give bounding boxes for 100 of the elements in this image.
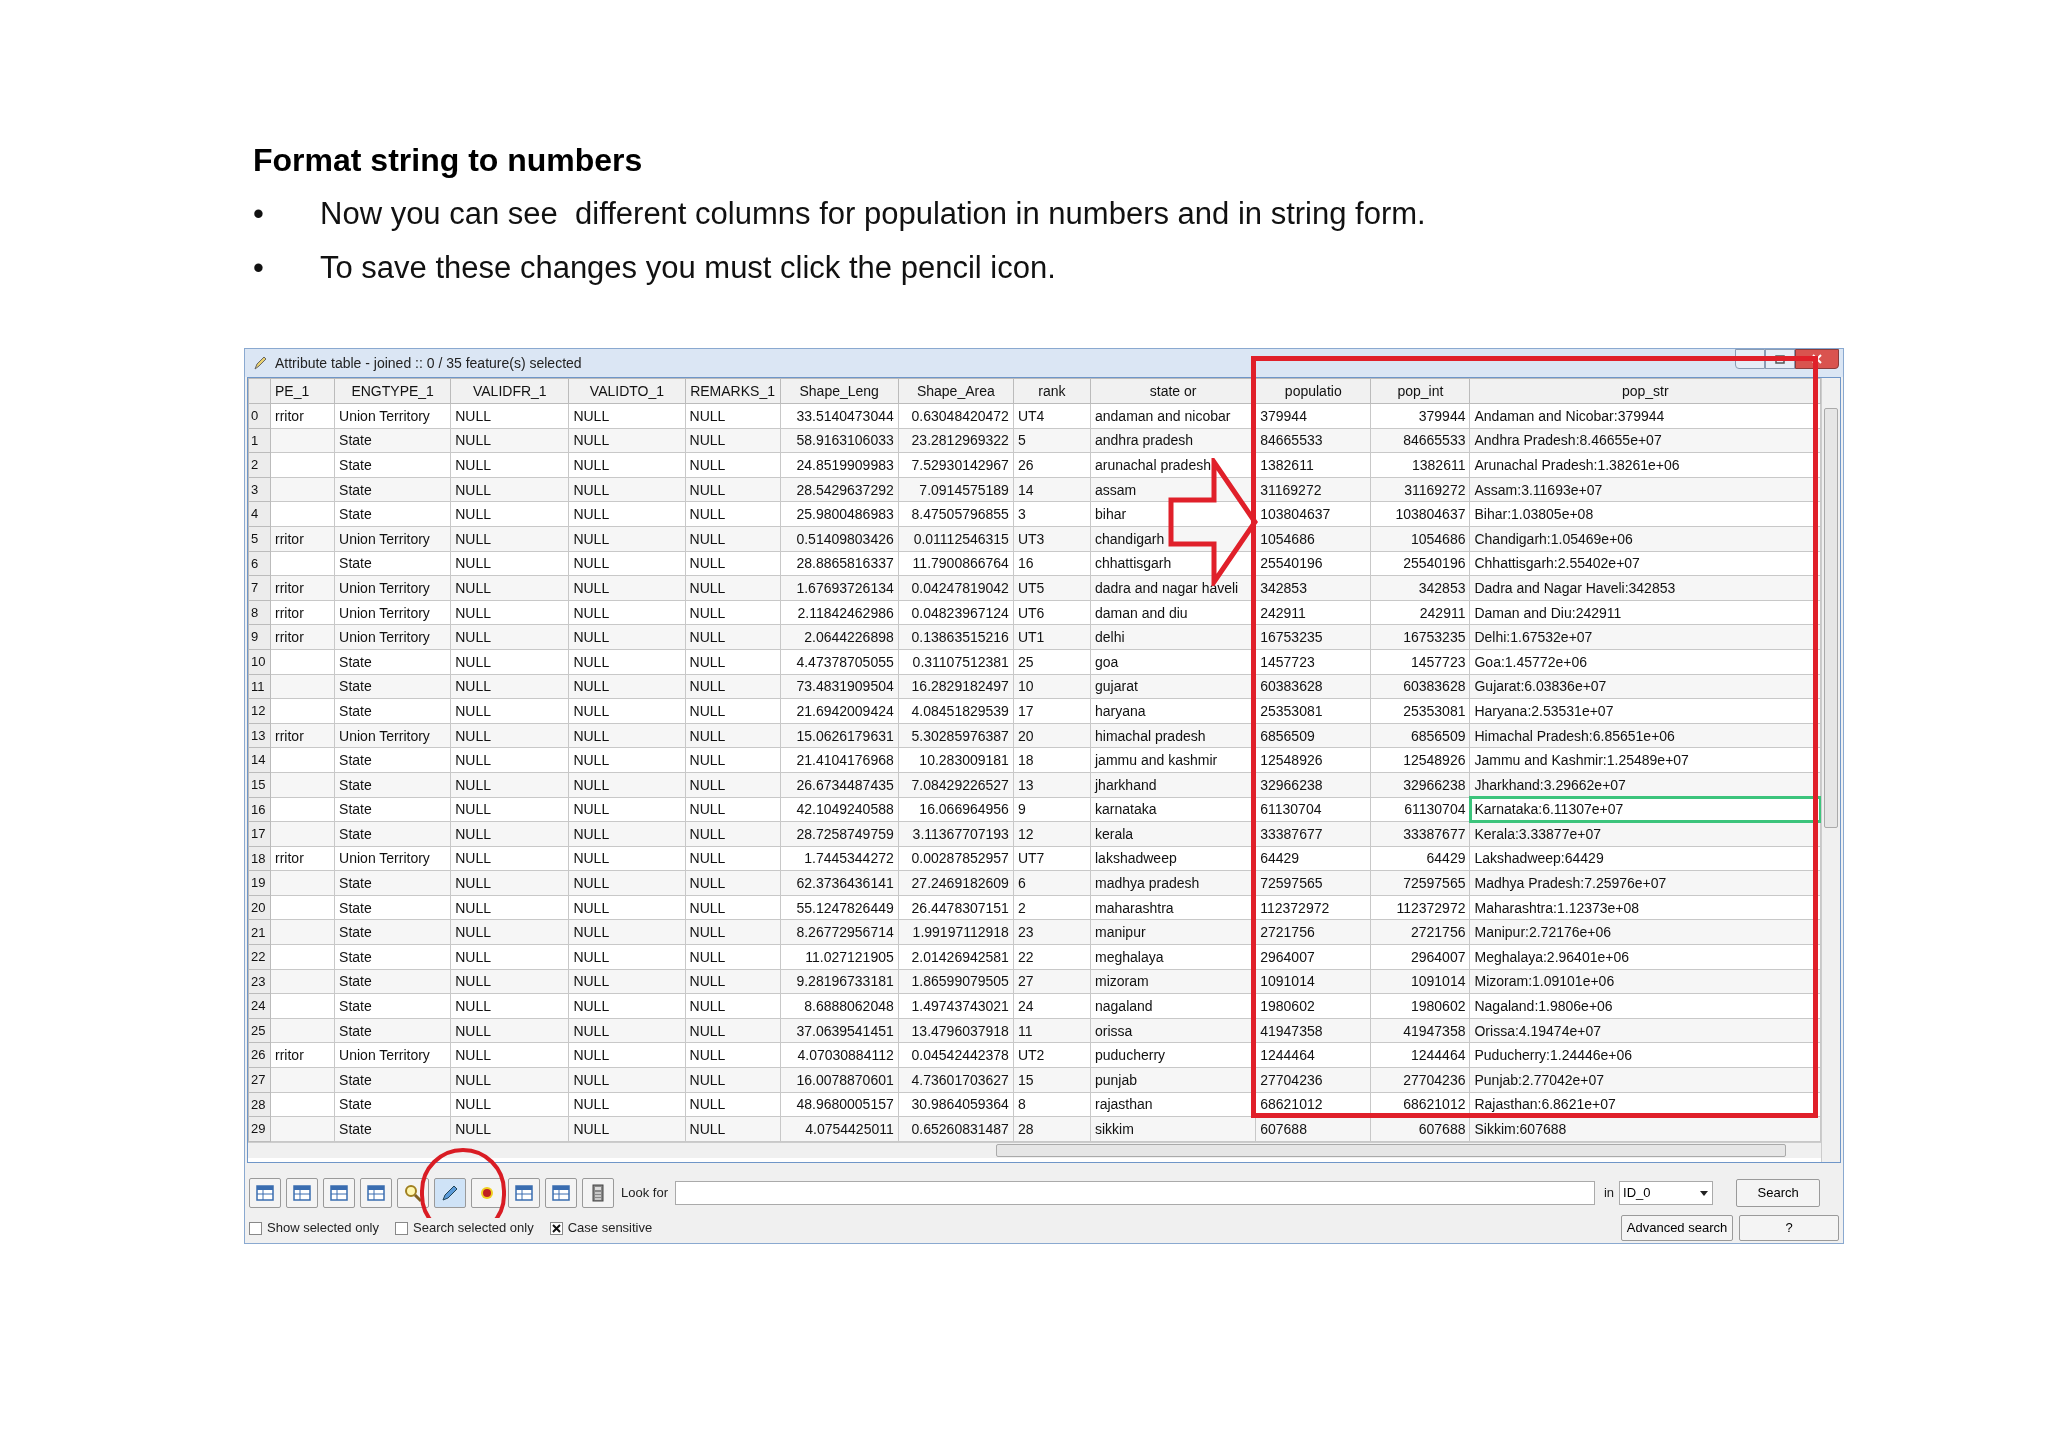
column-header[interactable]: pop_str	[1469, 378, 1821, 404]
table-cell: 24	[1013, 993, 1091, 1019]
table-cell: 33387677	[1370, 821, 1470, 847]
row-header[interactable]: 22	[248, 944, 271, 970]
search-button[interactable]: Search	[1736, 1179, 1821, 1207]
table-cell: UT3	[1013, 526, 1091, 552]
table-cell: NULL	[568, 600, 685, 625]
table-cell: NULL	[450, 821, 569, 847]
search-field[interactable]	[675, 1181, 1595, 1205]
row-header[interactable]: 27	[248, 1067, 271, 1093]
table-cell: NULL	[450, 649, 569, 675]
table-cell: NULL	[685, 477, 781, 502]
checkbox[interactable]	[395, 1221, 408, 1235]
table-cell: 60383628	[1370, 674, 1470, 699]
toolbar-button[interactable]	[249, 1178, 281, 1208]
row-header[interactable]: 1	[248, 428, 271, 453]
table-cell: 84665533	[1370, 428, 1470, 453]
table-cell: NULL	[568, 747, 685, 773]
toolbar-button[interactable]	[360, 1178, 392, 1208]
row-header[interactable]: 3	[248, 477, 271, 502]
row-header[interactable]: 7	[248, 575, 271, 601]
table-cell: 25	[1013, 649, 1091, 675]
table-cell: 10.283009181	[898, 747, 1014, 773]
column-header[interactable]: Shape_Area	[898, 378, 1014, 404]
checkbox[interactable]	[249, 1221, 262, 1235]
row-header[interactable]: 23	[248, 969, 271, 994]
table-cell: 7.52930142967	[898, 452, 1014, 478]
table-cell: 25540196	[1370, 551, 1470, 576]
column-header[interactable]: rank	[1013, 378, 1091, 404]
row-header[interactable]: 0	[248, 403, 271, 429]
row-header[interactable]: 21	[248, 919, 271, 945]
row-header[interactable]: 8	[248, 600, 271, 625]
column-header[interactable]: populatio	[1255, 378, 1371, 404]
row-header[interactable]: 16	[248, 797, 271, 822]
scroll-thumb[interactable]	[1824, 408, 1838, 828]
row-header[interactable]: 5	[248, 526, 271, 552]
row-header[interactable]: 24	[248, 993, 271, 1019]
advanced-search-button[interactable]: Advanced search	[1621, 1215, 1733, 1241]
column-header[interactable]: REMARKS_1	[685, 378, 781, 404]
row-header[interactable]: 6	[248, 551, 271, 576]
column-header[interactable]: ENGTYPE_1	[334, 378, 451, 404]
table-icon	[366, 1183, 386, 1203]
column-header[interactable]: VALIDTO_1	[568, 378, 685, 404]
table-cell: State	[334, 747, 451, 773]
row-header[interactable]: 9	[248, 624, 271, 650]
table-cell: NULL	[568, 797, 685, 822]
toolbar-button[interactable]	[508, 1178, 540, 1208]
row-header[interactable]: 15	[248, 772, 271, 797]
table-cell: 84665533	[1255, 428, 1371, 453]
caret-icon	[1700, 1190, 1709, 1196]
pencil-icon	[253, 355, 267, 371]
row-header[interactable]: 12	[248, 698, 271, 724]
column-header[interactable]: Shape_Leng	[780, 378, 899, 404]
column-header[interactable]: pop_int	[1370, 378, 1470, 404]
row-header[interactable]: 28	[248, 1092, 271, 1117]
field-label: Look for	[621, 1184, 668, 1203]
toolbar-button[interactable]	[545, 1178, 577, 1208]
vertical-scrollbar[interactable]	[1821, 378, 1840, 1162]
scroll-thumb[interactable]	[996, 1143, 1786, 1157]
checkbox[interactable]	[549, 1221, 563, 1235]
row-header[interactable]: 11	[248, 674, 271, 699]
table-cell: 2	[1013, 895, 1091, 920]
help-button[interactable]: ?	[1739, 1215, 1839, 1241]
row-header[interactable]: 25	[248, 1018, 271, 1043]
table-cell: NULL	[568, 993, 685, 1019]
row-header[interactable]: 17	[248, 821, 271, 847]
toolbar-button[interactable]	[471, 1178, 503, 1208]
field-dropdown[interactable]: ID_0	[1619, 1181, 1714, 1205]
toolbar-button[interactable]	[286, 1178, 318, 1208]
row-header[interactable]: 13	[248, 723, 271, 748]
row-header[interactable]: 4	[248, 501, 271, 527]
column-header[interactable]: PE_1	[270, 378, 335, 404]
bullet-text: Now you can see different columns for population in numbers and in string form.	[320, 195, 1426, 233]
table-cell: State	[334, 1092, 451, 1117]
table-cell: NULL	[450, 600, 569, 625]
row-header[interactable]: 18	[248, 846, 271, 871]
row-header[interactable]: 10	[248, 649, 271, 675]
table-cell: Union Territory	[334, 846, 451, 871]
row-header[interactable]: 20	[248, 895, 271, 920]
row-header[interactable]: 14	[248, 747, 271, 773]
toolbar-button[interactable]	[582, 1178, 614, 1208]
toolbar-button[interactable]	[323, 1178, 355, 1208]
row-header[interactable]: 29	[248, 1116, 271, 1142]
table-cell: Lakshadweep:64429	[1469, 846, 1821, 871]
row-header[interactable]: 26	[248, 1042, 271, 1068]
table-cell: rritor	[270, 575, 335, 601]
table-cell: NULL	[450, 1018, 569, 1043]
table-cell: 0.13863515216	[898, 624, 1014, 650]
table-cell: State	[334, 870, 451, 896]
column-header[interactable]: VALIDFR_1	[450, 378, 569, 404]
table-cell: 31169272	[1370, 477, 1470, 502]
field-label: in	[1604, 1184, 1615, 1203]
table-cell: Sikkim:607688	[1469, 1116, 1821, 1142]
table-cell: 0.51409803426	[780, 526, 899, 552]
edit-toggle-button[interactable]	[434, 1178, 466, 1208]
table-cell: rritor	[270, 600, 335, 625]
row-header[interactable]: 19	[248, 870, 271, 896]
table-cell: Meghalaya:2.96401e+06	[1469, 944, 1821, 970]
table-cell: Dadra and Nagar Haveli:342853	[1469, 575, 1821, 601]
row-header[interactable]: 2	[248, 452, 271, 478]
